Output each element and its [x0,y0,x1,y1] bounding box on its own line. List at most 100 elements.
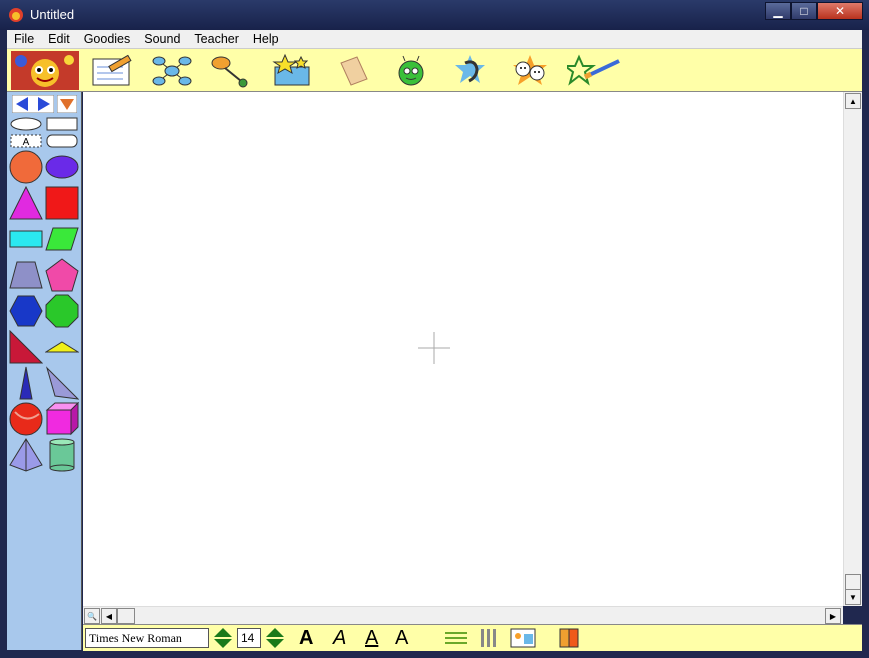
rounded-rectangle-tool[interactable] [45,133,79,149]
text-box-tool[interactable]: A [9,133,43,149]
drawing-canvas[interactable] [83,92,843,606]
arrow-left-icon: ◀ [105,611,113,621]
scroll-down-button[interactable]: ▼ [845,589,861,605]
lavender-triangle-tool[interactable] [45,366,79,400]
crosshair-cursor-icon [418,332,450,364]
orange-circle-tool[interactable] [9,150,43,184]
dropdown-icon[interactable] [57,95,77,113]
pink-pentagon-tool[interactable] [45,258,79,292]
close-icon: ✕ [834,4,846,18]
pyramid-icon [9,438,43,472]
right-triangle-tool[interactable] [9,330,43,364]
cone-icon [19,366,33,400]
font-stepper-icon[interactable] [213,627,233,649]
rounded-rectangle-icon [46,134,78,148]
nav-arrows[interactable] [12,95,54,113]
svg-text:A: A [23,137,30,148]
underline-button[interactable]: A [365,627,378,649]
goodies-box-icon[interactable] [269,53,315,89]
circle-icon [9,150,43,184]
arrow-up-icon: ▲ [849,96,857,106]
rectangle-outline-icon [46,117,78,131]
network-icon[interactable] [149,53,195,89]
tetrahedron-icon [45,366,79,400]
arrow-link-icon[interactable] [207,53,253,89]
rectangle-outline-tool[interactable] [45,116,79,132]
magnifier-icon: 🔍 [87,611,97,621]
scroll-right-button[interactable]: ▶ [825,608,841,624]
cyan-rectangle-tool[interactable] [9,222,43,256]
line-spacing-icon[interactable] [443,628,469,648]
italic-button[interactable]: A [333,627,346,649]
menu-teacher[interactable]: Teacher [187,32,245,46]
text-box-icon: A [10,134,42,148]
bold-button[interactable]: A [299,627,313,649]
blue-cone-tool[interactable] [9,366,43,400]
trapezoid-icon [9,261,43,289]
green-cylinder-tool[interactable] [45,438,79,472]
purple-ellipse-tool[interactable] [45,150,79,184]
menu-file[interactable]: File [7,32,41,46]
window-title: Untitled [30,7,75,22]
bug-face-icon[interactable] [389,53,435,89]
sphere-icon [9,402,43,436]
magenta-triangle-tool[interactable] [9,186,43,220]
trapezoid-tool[interactable] [9,258,43,292]
app-icon [9,8,23,22]
octagon-icon [45,294,79,328]
arrow-down-icon: ▼ [849,592,857,602]
cylinder-icon [49,438,75,472]
hexagon-icon [9,295,43,327]
triangle-icon [9,186,43,220]
columns-icon[interactable] [479,628,499,648]
font-name-field[interactable]: Times New Roman [85,628,209,648]
h-scroll-thumb[interactable] [117,608,135,624]
app-window: Untitled ▁ □ ✕ File Edit Goodies Sound T… [0,0,869,658]
notepad-pencil-icon[interactable] [89,53,135,89]
square-icon [45,186,79,220]
menu-help[interactable]: Help [246,32,286,46]
font-size-field[interactable]: 14 [237,628,261,648]
ellipse-icon [45,155,79,179]
scroll-left-button[interactable]: ◀ [101,608,117,624]
text-style-button[interactable]: A [395,627,408,649]
zoom-button[interactable]: 🔍 [84,608,100,624]
lavender-pyramid-tool[interactable] [9,438,43,472]
horizontal-scrollbar[interactable]: 🔍 ◀ ▶ [83,606,843,624]
oval-outline-tool[interactable] [9,116,43,132]
main-toolbar [7,49,862,92]
rectangle-icon [9,230,43,248]
green-parallelogram-tool[interactable] [45,222,79,256]
blue-hexagon-tool[interactable] [9,294,43,328]
minimize-button[interactable]: ▁ [765,2,791,20]
eraser-icon[interactable] [329,53,375,89]
size-stepper-icon[interactable] [265,627,285,649]
close-button[interactable]: ✕ [817,2,863,20]
scroll-thumb[interactable] [845,574,861,590]
color-fill-icon[interactable] [559,628,579,648]
red-square-tool[interactable] [45,186,79,220]
menu-sound[interactable]: Sound [137,32,187,46]
pentagon-icon [45,258,79,292]
minimize-icon: ▁ [773,4,783,18]
magenta-cube-tool[interactable] [45,402,79,436]
scroll-up-button[interactable]: ▲ [845,93,861,109]
maximize-icon: □ [800,4,808,18]
green-octagon-tool[interactable] [45,294,79,328]
menu-bar: File Edit Goodies Sound Teacher Help [7,30,862,49]
format-toolbar: Times New Roman 14 A A A A [83,624,862,651]
title-bar: Untitled ▁ □ ✕ [0,0,869,30]
vertical-scrollbar[interactable]: ▲ ▼ [843,92,862,606]
menu-edit[interactable]: Edit [41,32,77,46]
red-sphere-tool[interactable] [9,402,43,436]
ear-icon[interactable] [447,53,493,89]
menu-goodies[interactable]: Goodies [77,32,138,46]
picture-frame-icon[interactable] [510,628,536,648]
yellow-flat-triangle-tool[interactable] [45,330,79,364]
maximize-button[interactable]: □ [791,2,817,20]
flat-triangle-icon [45,341,79,353]
mascot-icon[interactable] [11,51,79,90]
faces-icon[interactable] [507,53,553,89]
parallelogram-icon [45,227,79,251]
paintbrush-icon[interactable] [567,53,625,89]
